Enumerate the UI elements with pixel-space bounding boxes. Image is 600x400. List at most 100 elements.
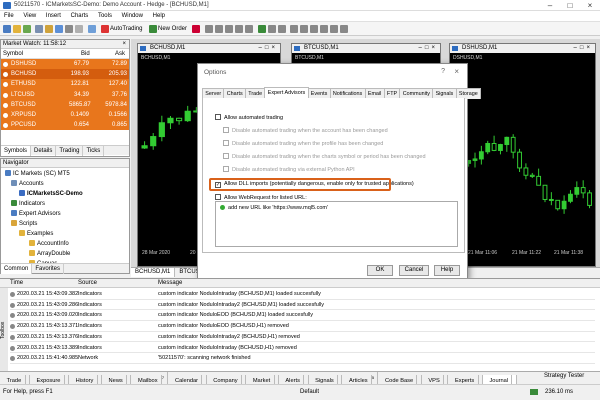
chart-window-dshusd[interactable]: DSHUSD,M1 –□× DSHUSD,M1 21 Mar 11:06 21 M… [449, 43, 596, 267]
data-window-icon[interactable] [45, 25, 53, 33]
allow-automated-trading-checkbox[interactable]: Allow automated trading [215, 114, 283, 122]
toolbox-tab-experts[interactable]: Experts [448, 374, 483, 384]
nav-item-examples[interactable]: Examples [19, 230, 53, 238]
menu-view[interactable]: View [19, 11, 40, 22]
menu-tools[interactable]: Tools [94, 11, 116, 22]
menu-file[interactable]: File [0, 11, 18, 22]
new-chart-icon[interactable] [3, 25, 11, 33]
toolbox-tab-signals[interactable]: Signals [309, 374, 343, 384]
channel-tool-icon[interactable] [310, 25, 318, 33]
maximize-icon[interactable]: □ [560, 0, 580, 11]
toolbox-tab-trade[interactable]: Trade [0, 374, 30, 384]
column-symbol[interactable]: Symbol [3, 49, 23, 59]
column-time[interactable]: Time [10, 279, 23, 288]
market-watch-row[interactable]: PPCUSD 0.654 0.865 [1, 120, 129, 131]
crosshair-icon[interactable] [290, 25, 298, 33]
market-watch-row[interactable]: ETHUSD 122.81 127.40 [1, 79, 129, 90]
tab-details[interactable]: Details [31, 146, 57, 156]
tab-trading[interactable]: Trading [56, 146, 84, 156]
open-folder-icon[interactable] [13, 25, 21, 33]
toolbox-tab-articles[interactable]: Articles5 [342, 372, 379, 384]
nav-item-experts[interactable]: Expert Advisors [11, 210, 61, 218]
nav-item-scripts[interactable]: Scripts [11, 220, 37, 228]
ok-button[interactable]: OK [367, 265, 393, 276]
templates-icon[interactable] [278, 25, 286, 33]
periods-icon[interactable] [268, 25, 276, 33]
chart-tab-bchusd[interactable]: BCHUSD,M1 [131, 268, 176, 277]
market-watch-icon[interactable] [35, 25, 43, 33]
help-button[interactable]: Help [434, 265, 460, 276]
disable-on-account-change-checkbox[interactable]: Disable automated trading when the accou… [223, 127, 388, 135]
tab-expert-advisors[interactable]: Expert Advisors [264, 87, 309, 98]
chart-window-controls[interactable]: –□× [259, 44, 278, 53]
disable-on-profile-change-checkbox[interactable]: Disable automated trading when the profi… [223, 140, 383, 148]
nav-item-server[interactable]: IC Markets (SC) MT5 [5, 170, 70, 178]
chart-window-controls[interactable]: –□× [419, 44, 438, 53]
close-icon[interactable]: × [122, 40, 126, 49]
toolbox-tab-alerts[interactable]: Alerts [279, 374, 309, 384]
market-watch-row[interactable]: DSHUSD 67.79 72.89 [1, 59, 129, 70]
toolbox-tab-code-base[interactable]: Code Base [378, 374, 422, 384]
disable-on-symbol-change-checkbox[interactable]: Disable automated trading when the chart… [223, 153, 426, 161]
journal-row[interactable]: 2020.03.21 15:41:40.985 Network '50211570'… [10, 353, 595, 364]
ide-icon[interactable] [88, 25, 96, 33]
navigator-icon[interactable] [55, 25, 63, 33]
market-watch-row[interactable]: BCHUSD 198.93 205.93 [1, 69, 129, 80]
column-source[interactable]: Source [78, 279, 97, 288]
url-list[interactable]: add new URL like 'https://www.mql5.com' [215, 201, 458, 247]
market-watch-row[interactable]: BTCUSD 5865.87 5978.84 [1, 99, 129, 110]
toolbox-tab-journal[interactable]: Journal [482, 374, 517, 384]
tab-symbols[interactable]: Symbols [1, 146, 32, 156]
close-icon[interactable]: × [454, 67, 459, 76]
help-icon[interactable]: ? [441, 68, 445, 75]
nav-item-account-demo[interactable]: ICMarketsSC-Demo [19, 190, 83, 198]
toolbox-tab-mailbox[interactable]: Mailbox7 [131, 372, 169, 384]
menu-insert[interactable]: Insert [42, 11, 65, 22]
new-order-button[interactable]: New Order [148, 24, 189, 34]
tab-favorites[interactable]: Favorites [32, 264, 65, 274]
menu-charts[interactable]: Charts [67, 11, 93, 22]
autotrading-button[interactable]: AutoTrading [100, 24, 144, 34]
strategy-tester-button[interactable]: Strategy Tester [544, 373, 584, 379]
toolbox-tab-calendar[interactable]: Calendar [168, 374, 207, 384]
journal-row[interactable]: 2020.03.21 15:43:09.382 Indicators custom … [10, 289, 595, 300]
nav-item-accounts[interactable]: Accounts [11, 180, 44, 188]
text-tool-icon[interactable] [330, 25, 338, 33]
journal-row[interactable]: 2020.03.21 15:43:13.376 Indicators custom … [10, 332, 595, 343]
shift-icon[interactable] [245, 25, 253, 33]
zoom-out-icon[interactable] [215, 25, 223, 33]
nav-item-indicators[interactable]: Indicators [11, 200, 45, 208]
cancel-button[interactable]: Cancel [399, 265, 429, 276]
zoom-in-icon[interactable] [205, 25, 213, 33]
tab-ticks[interactable]: Ticks [83, 146, 105, 156]
toolbox-tab-history[interactable]: History [69, 374, 102, 384]
scroll-icon[interactable] [235, 25, 243, 33]
tile-icon[interactable] [225, 25, 233, 33]
menu-window[interactable]: Window [118, 11, 147, 22]
disable-python-api-checkbox[interactable]: Disable automated trading via external P… [223, 166, 355, 174]
add-url-row[interactable]: add new URL like 'https://www.mql5.com' [220, 205, 328, 211]
journal-row[interactable]: 2020.03.21 15:43:09.020 Indicators custom … [10, 310, 595, 321]
line-tool-icon[interactable] [300, 25, 308, 33]
toolbox-tab-market[interactable]: Market [246, 374, 279, 384]
menu-help[interactable]: Help [149, 11, 169, 22]
nav-item-accountinfo[interactable]: AccountInfo [29, 240, 69, 248]
nav-item-arraydouble[interactable]: ArrayDouble [29, 250, 70, 258]
column-message[interactable]: Message [158, 279, 182, 288]
fibo-tool-icon[interactable] [320, 25, 328, 33]
shapes-tool-icon[interactable] [340, 25, 348, 33]
journal-row[interactable]: 2020.03.21 15:43:13.371 Indicators custom … [10, 321, 595, 332]
journal-row[interactable]: 2020.03.21 15:43:13.389 Indicators custom … [10, 343, 595, 354]
profiles-icon[interactable] [23, 25, 31, 33]
toolbox-tab-news[interactable]: News [102, 374, 132, 384]
market-watch-row[interactable]: XRPUSD 0.1409 0.1566 [1, 109, 129, 121]
close-icon[interactable]: × [580, 0, 600, 11]
chart-window-controls[interactable]: –□× [574, 44, 593, 53]
journal-row[interactable]: 2020.03.21 15:43:09.286 Indicators custom … [10, 300, 595, 311]
buy-sell-icon[interactable] [192, 25, 200, 33]
market-watch-row[interactable]: LTCUSD 34.39 37.76 [1, 89, 129, 100]
column-bid[interactable]: Bid [81, 49, 90, 59]
column-ask[interactable]: Ask [115, 49, 125, 59]
minimize-icon[interactable]: – [540, 0, 560, 11]
indicators-icon[interactable] [258, 25, 266, 33]
